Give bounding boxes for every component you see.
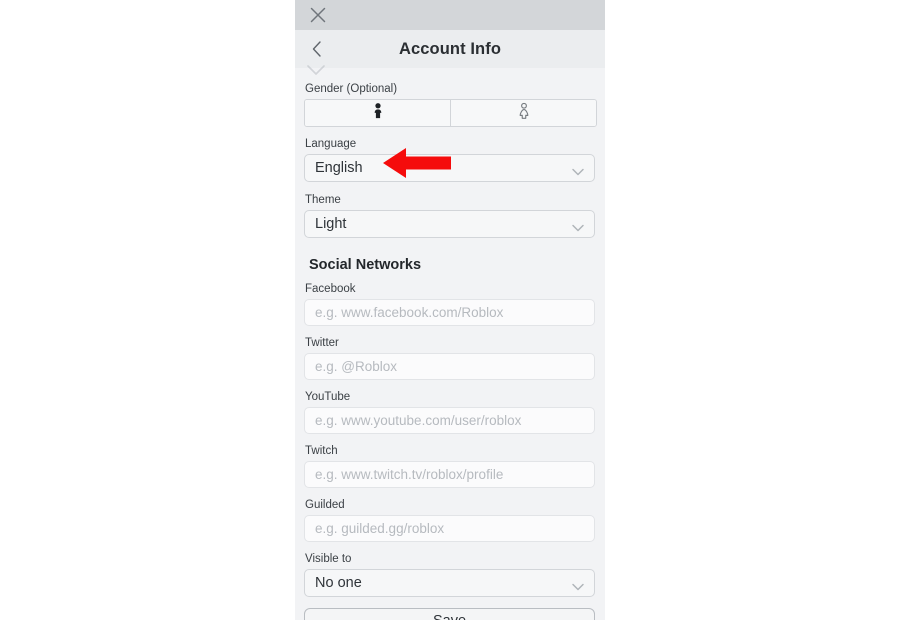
screenshot-root: Account Info Gender (Optional) Language …	[0, 0, 900, 620]
language-select[interactable]: English	[304, 154, 595, 182]
visible-to-label: Visible to	[305, 553, 352, 565]
chevron-down-icon	[571, 579, 585, 591]
chevron-down-icon	[571, 220, 585, 232]
gender-option-female[interactable]	[450, 100, 596, 126]
language-value: English	[315, 160, 363, 176]
page-title: Account Info	[398, 39, 502, 58]
social-networks-heading: Social Networks	[309, 257, 422, 273]
language-label: Language	[305, 138, 357, 150]
twitch-input[interactable]	[304, 461, 595, 488]
theme-label: Theme	[305, 194, 341, 206]
facebook-input[interactable]	[304, 299, 595, 326]
theme-field-group: Theme Light	[304, 193, 596, 238]
twitter-input[interactable]	[304, 353, 595, 380]
youtube-input[interactable]	[304, 407, 595, 434]
guilded-label: Guilded	[305, 499, 345, 511]
facebook-field-group: Facebook	[304, 282, 596, 336]
female-person-outline-icon	[517, 102, 531, 125]
twitch-field-group: Twitch	[304, 444, 596, 498]
visible-to-field-group: Visible to No one	[304, 552, 596, 597]
visible-to-value: No one	[315, 575, 362, 591]
gender-option-male[interactable]	[305, 100, 450, 126]
gender-field-group: Gender (Optional)	[304, 68, 597, 127]
visible-to-select[interactable]: No one	[304, 569, 595, 597]
nav-header: Account Info	[295, 30, 605, 68]
partial-chevron-down-icon	[304, 64, 328, 78]
facebook-label: Facebook	[305, 283, 356, 295]
theme-select[interactable]: Light	[304, 210, 595, 238]
twitter-label: Twitter	[305, 337, 339, 349]
guilded-input[interactable]	[304, 515, 595, 542]
twitter-field-group: Twitter	[304, 336, 596, 390]
youtube-field-group: YouTube	[304, 390, 596, 444]
theme-value: Light	[315, 216, 347, 232]
guilded-field-group: Guilded	[304, 498, 596, 552]
male-person-filled-icon	[371, 102, 385, 125]
chevron-left-icon[interactable]	[309, 39, 325, 59]
gender-label: Gender (Optional)	[305, 83, 398, 95]
settings-scroll-area[interactable]: Gender (Optional) Language English Theme…	[295, 65, 605, 620]
gender-segmented-control[interactable]	[304, 99, 597, 127]
twitch-label: Twitch	[305, 445, 338, 457]
account-info-panel: Account Info Gender (Optional) Language …	[295, 0, 605, 620]
save-button[interactable]: Save	[304, 608, 595, 620]
window-topbar	[295, 0, 605, 30]
chevron-down-icon	[571, 164, 585, 176]
language-field-group: Language English	[304, 137, 596, 182]
youtube-label: YouTube	[305, 391, 351, 403]
close-icon[interactable]	[309, 6, 327, 24]
